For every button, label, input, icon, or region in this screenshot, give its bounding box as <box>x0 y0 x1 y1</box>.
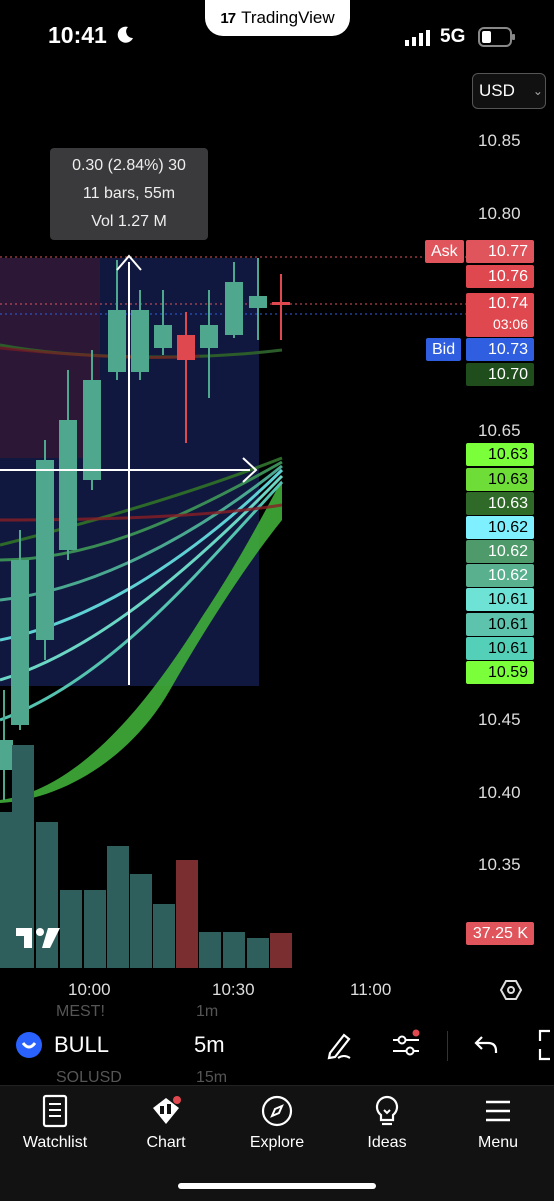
measure-volume: Vol 1.27 M <box>91 213 167 230</box>
tab-label: Chart <box>146 1134 186 1151</box>
candle-body <box>249 296 267 308</box>
candle-body <box>154 325 172 348</box>
ma-tag: 10.61 <box>466 613 534 636</box>
divider <box>447 1031 448 1061</box>
candle-body <box>108 310 126 372</box>
ask-price-tag: 10.77 <box>466 240 534 263</box>
symbol-bar: MEST! 1m SOLUSD 15m BULL 5m <box>0 1003 554 1086</box>
volume-bars <box>0 745 292 968</box>
volume-bar <box>84 890 106 968</box>
candle-body <box>36 460 54 640</box>
settings-hexagon-icon[interactable] <box>499 978 523 1007</box>
tab-menu[interactable]: Menu <box>448 1094 548 1152</box>
brand-name: TradingView <box>241 8 335 27</box>
time-tick: 10:00 <box>68 980 111 999</box>
ghost-symbol-above: MEST! <box>56 1003 105 1020</box>
candle-body <box>83 380 101 480</box>
price-tick: 10.45 <box>478 710 521 729</box>
volume-bar <box>223 932 245 968</box>
candle-body <box>131 310 149 372</box>
volume-bar <box>247 938 269 968</box>
candle-body <box>177 335 195 360</box>
tab-label: Menu <box>477 1134 519 1151</box>
candle-body <box>272 302 290 305</box>
price-tick: 10.80 <box>478 204 521 223</box>
volume-bar <box>60 890 82 968</box>
volume-bar <box>107 846 129 968</box>
ghost-interval-above: 1m <box>196 1003 219 1020</box>
tab-chart[interactable]: Chart <box>116 1094 216 1152</box>
ma-tag: 10.62 <box>466 540 534 563</box>
interval-select[interactable]: 5m <box>194 1032 225 1058</box>
hamburger-icon <box>486 1100 510 1122</box>
volume-bar <box>176 860 198 968</box>
tab-explore[interactable]: Explore <box>227 1094 327 1152</box>
candle-body <box>59 420 77 550</box>
moon-icon <box>116 26 134 44</box>
measure-change: 0.30 (2.84%) 30 <box>72 157 186 174</box>
brand-pill: 17 TradingView <box>205 0 350 36</box>
currency-select[interactable]: USD ⌄ <box>472 73 546 109</box>
price-tag: 10.76 <box>466 265 534 288</box>
ma-tag: 10.61 <box>466 637 534 660</box>
undo-icon[interactable] <box>472 1031 500 1064</box>
last-price: 10.74 <box>487 295 528 312</box>
measure-tooltip: 0.30 (2.84%) 30 11 bars, 55m Vol 1.27 M <box>50 148 208 240</box>
network-type: 5G <box>440 26 466 47</box>
candle-body <box>225 282 243 335</box>
tab-ideas[interactable]: Ideas <box>337 1094 437 1152</box>
candle-body <box>0 740 13 770</box>
symbol-name[interactable]: BULL <box>54 1032 109 1058</box>
time-tick: 11:00 <box>350 980 392 999</box>
tab-watchlist[interactable]: Watchlist <box>5 1094 105 1152</box>
price-tick: 10.40 <box>478 783 521 802</box>
ma-tag: 10.63 <box>466 468 534 491</box>
lightbulb-icon <box>375 1095 399 1126</box>
price-tag: 10.70 <box>466 363 534 386</box>
battery-icon <box>478 27 516 52</box>
last-price-tag: 10.74 03:06 <box>466 293 534 337</box>
ma-tag: 10.61 <box>466 588 534 611</box>
ma-tag: 10.59 <box>466 661 534 684</box>
watchlist-icon <box>42 1094 68 1128</box>
volume-tag: 37.25 K <box>466 922 534 945</box>
ask-label: Ask <box>425 240 464 263</box>
drawing-pen-icon[interactable] <box>324 1029 356 1066</box>
status-time: 10:41 <box>48 22 107 48</box>
bar-countdown: 03:06 <box>492 316 528 332</box>
tab-label: Watchlist <box>22 1134 88 1151</box>
time-tick: 10:30 <box>212 980 255 999</box>
bid-price-tag: 10.73 <box>466 338 534 361</box>
tab-label: Explore <box>249 1134 305 1151</box>
candle-body <box>11 560 29 725</box>
tab-label: Ideas <box>367 1134 407 1151</box>
measure-bars: 11 bars, 55m <box>82 185 176 202</box>
signal-icon <box>405 30 433 51</box>
compass-icon <box>261 1095 293 1127</box>
volume-bar <box>199 932 221 968</box>
price-tick: 10.85 <box>478 131 521 150</box>
volume-bar <box>270 933 292 968</box>
ma-tag: 10.63 <box>466 492 534 515</box>
home-indicator <box>178 1183 376 1189</box>
volume-bar <box>130 874 152 968</box>
currency-value: USD <box>479 81 515 100</box>
price-tick: 10.35 <box>478 855 521 874</box>
candle-body <box>200 325 218 348</box>
indicators-icon[interactable] <box>390 1029 422 1066</box>
symbol-logo-icon[interactable] <box>16 1032 42 1058</box>
price-tick: 10.65 <box>478 421 521 440</box>
chevron-down-icon: ⌄ <box>532 84 543 98</box>
ma-tag: 10.63 <box>466 443 534 466</box>
chart-icon <box>153 1096 181 1124</box>
volume-bar <box>153 904 175 968</box>
ma-tag: 10.62 <box>466 564 534 587</box>
bid-label: Bid <box>426 338 462 361</box>
tradingview-logo-icon: 17 <box>220 9 236 27</box>
ma-tag: 10.62 <box>466 516 534 539</box>
fullscreen-icon[interactable] <box>536 1029 554 1066</box>
